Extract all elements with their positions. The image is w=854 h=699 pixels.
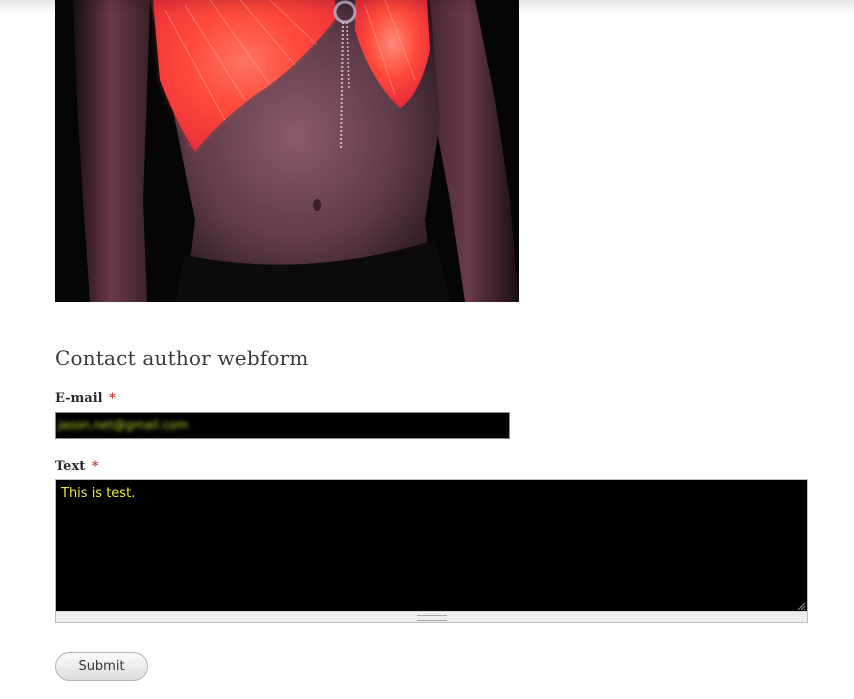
- email-required-marker: *: [109, 391, 116, 406]
- text-required-marker: *: [91, 459, 99, 474]
- text-field[interactable]: This is test.: [56, 480, 807, 612]
- submit-button[interactable]: Submit: [55, 652, 148, 681]
- product-photo: [55, 0, 519, 302]
- email-label: E-mail *: [55, 391, 116, 406]
- text-label: Text *: [55, 459, 99, 474]
- email-field[interactable]: [55, 412, 510, 439]
- text-label-text: Text: [55, 459, 86, 474]
- resize-handle-icon: [417, 615, 447, 621]
- email-label-text: E-mail: [55, 391, 103, 406]
- resize-corner-icon[interactable]: [796, 601, 806, 611]
- textarea-resize-grip[interactable]: [56, 611, 807, 622]
- text-field-container: This is test.: [55, 479, 808, 623]
- page-top-shadow: [0, 0, 854, 14]
- form-title: Contact author webform: [55, 346, 309, 370]
